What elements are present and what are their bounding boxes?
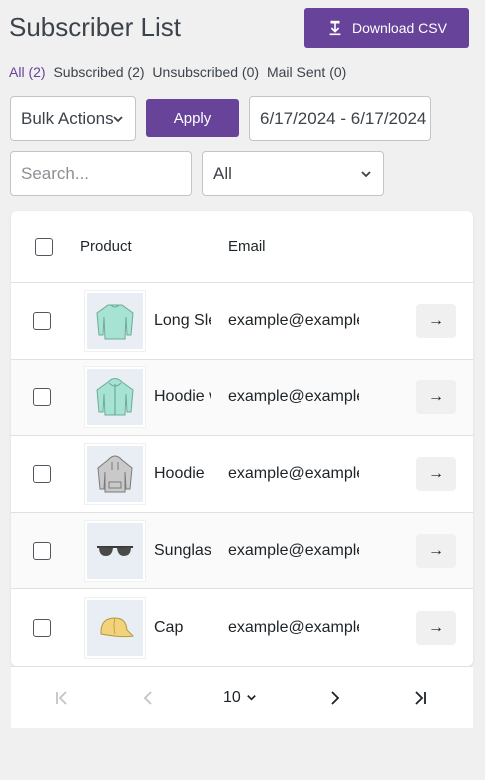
product-name: Cap — [154, 618, 184, 636]
download-icon — [329, 20, 341, 36]
first-page-button[interactable] — [53, 689, 71, 707]
email-cell: example@example.com — [228, 388, 359, 406]
select-all-checkbox[interactable] — [35, 237, 53, 256]
chevron-left-icon — [143, 690, 152, 705]
next-page-button[interactable] — [325, 689, 343, 707]
view-subscriber-button[interactable]: → — [416, 303, 456, 338]
per-page-select[interactable]: 10 — [223, 689, 258, 707]
row-checkbox[interactable] — [33, 618, 51, 637]
subscriber-table: Product Email Long Sleeve Tee example@ex… — [11, 211, 473, 666]
zip-hoodie-icon — [96, 378, 134, 416]
table-body: Long Sleeve Tee example@example.com → Ho… — [11, 283, 473, 666]
hoodie-icon — [97, 455, 133, 493]
filter-subscribed[interactable]: Subscribed (2) — [53, 64, 144, 80]
email-cell: example@example.com — [228, 464, 359, 482]
product-thumbnail — [84, 519, 146, 582]
download-csv-label: Download CSV — [352, 20, 447, 36]
product-thumbnail — [84, 289, 146, 352]
search-placeholder: Search... — [21, 163, 90, 183]
download-csv-button[interactable]: Download CSV — [304, 8, 469, 48]
date-range-input[interactable]: 6/17/2024 - 6/17/2024 — [249, 96, 431, 141]
view-subscriber-button[interactable]: → — [416, 610, 456, 645]
product-thumbnail — [84, 442, 146, 505]
last-page-button[interactable] — [411, 689, 429, 707]
per-page-value: 10 — [223, 688, 241, 706]
cap-icon — [100, 617, 135, 637]
last-page-icon — [415, 690, 426, 705]
pagination: 10 — [11, 666, 473, 728]
product-name: Hoodie — [154, 464, 205, 482]
row-checkbox[interactable] — [33, 388, 51, 407]
product-thumbnail — [84, 596, 146, 659]
chevron-down-icon — [361, 170, 371, 177]
filter-all[interactable]: All (2) — [9, 64, 46, 80]
view-subscriber-button[interactable]: → — [416, 456, 456, 491]
table-row: Cap example@example.com → — [11, 589, 473, 666]
row-checkbox[interactable] — [33, 311, 51, 330]
column-header-product: Product — [80, 238, 132, 255]
filter-mail-sent[interactable]: Mail Sent (0) — [267, 64, 346, 80]
product-thumbnail — [84, 366, 146, 429]
bulk-actions-select[interactable]: Bulk Actions — [10, 96, 136, 141]
table-header: Product Email — [11, 211, 473, 283]
arrow-right-icon: → — [428, 464, 444, 482]
chevron-right-icon — [331, 690, 340, 705]
status-filter-links: All (2) Subscribed (2) Unsubscribed (0) … — [9, 64, 350, 80]
chevron-down-icon — [246, 695, 256, 701]
apply-button[interactable]: Apply — [146, 99, 239, 137]
table-row: Hoodie example@example.com → — [11, 436, 473, 513]
first-page-icon — [56, 690, 67, 705]
status-select-value: All — [213, 163, 232, 183]
bulk-actions-value: Bulk Actions — [21, 108, 114, 128]
email-cell: example@example.com — [228, 541, 359, 559]
status-select[interactable]: All — [202, 151, 384, 196]
table-row: Long Sleeve Tee example@example.com → — [11, 283, 473, 360]
table-row: Hoodie with Zipper example@example.com → — [11, 359, 473, 437]
table-row: Sunglasses example@example.com → — [11, 512, 473, 590]
row-checkbox[interactable] — [33, 464, 51, 483]
product-name: Long Sleeve Tee — [154, 311, 211, 329]
arrow-right-icon: → — [428, 388, 444, 406]
arrow-right-icon: → — [428, 618, 444, 636]
long-sleeve-shirt-icon — [96, 304, 134, 340]
email-cell: example@example.com — [228, 311, 359, 329]
search-input[interactable]: Search... — [10, 151, 192, 196]
page-title: Subscriber List — [9, 12, 181, 42]
email-cell: example@example.com — [228, 618, 359, 636]
product-name: Hoodie with Zipper — [154, 388, 211, 406]
row-checkbox[interactable] — [33, 541, 51, 560]
date-range-value: 6/17/2024 - 6/17/2024 — [260, 108, 427, 128]
previous-page-button[interactable] — [140, 689, 158, 707]
column-header-email: Email — [228, 238, 266, 255]
chevron-down-icon — [113, 115, 123, 122]
view-subscriber-button[interactable]: → — [416, 533, 456, 568]
arrow-right-icon: → — [428, 311, 444, 329]
sunglasses-icon — [97, 545, 133, 556]
arrow-right-icon: → — [428, 541, 444, 559]
view-subscriber-button[interactable]: → — [416, 380, 456, 415]
product-name: Sunglasses — [154, 541, 211, 559]
filter-unsubscribed[interactable]: Unsubscribed (0) — [152, 64, 259, 80]
